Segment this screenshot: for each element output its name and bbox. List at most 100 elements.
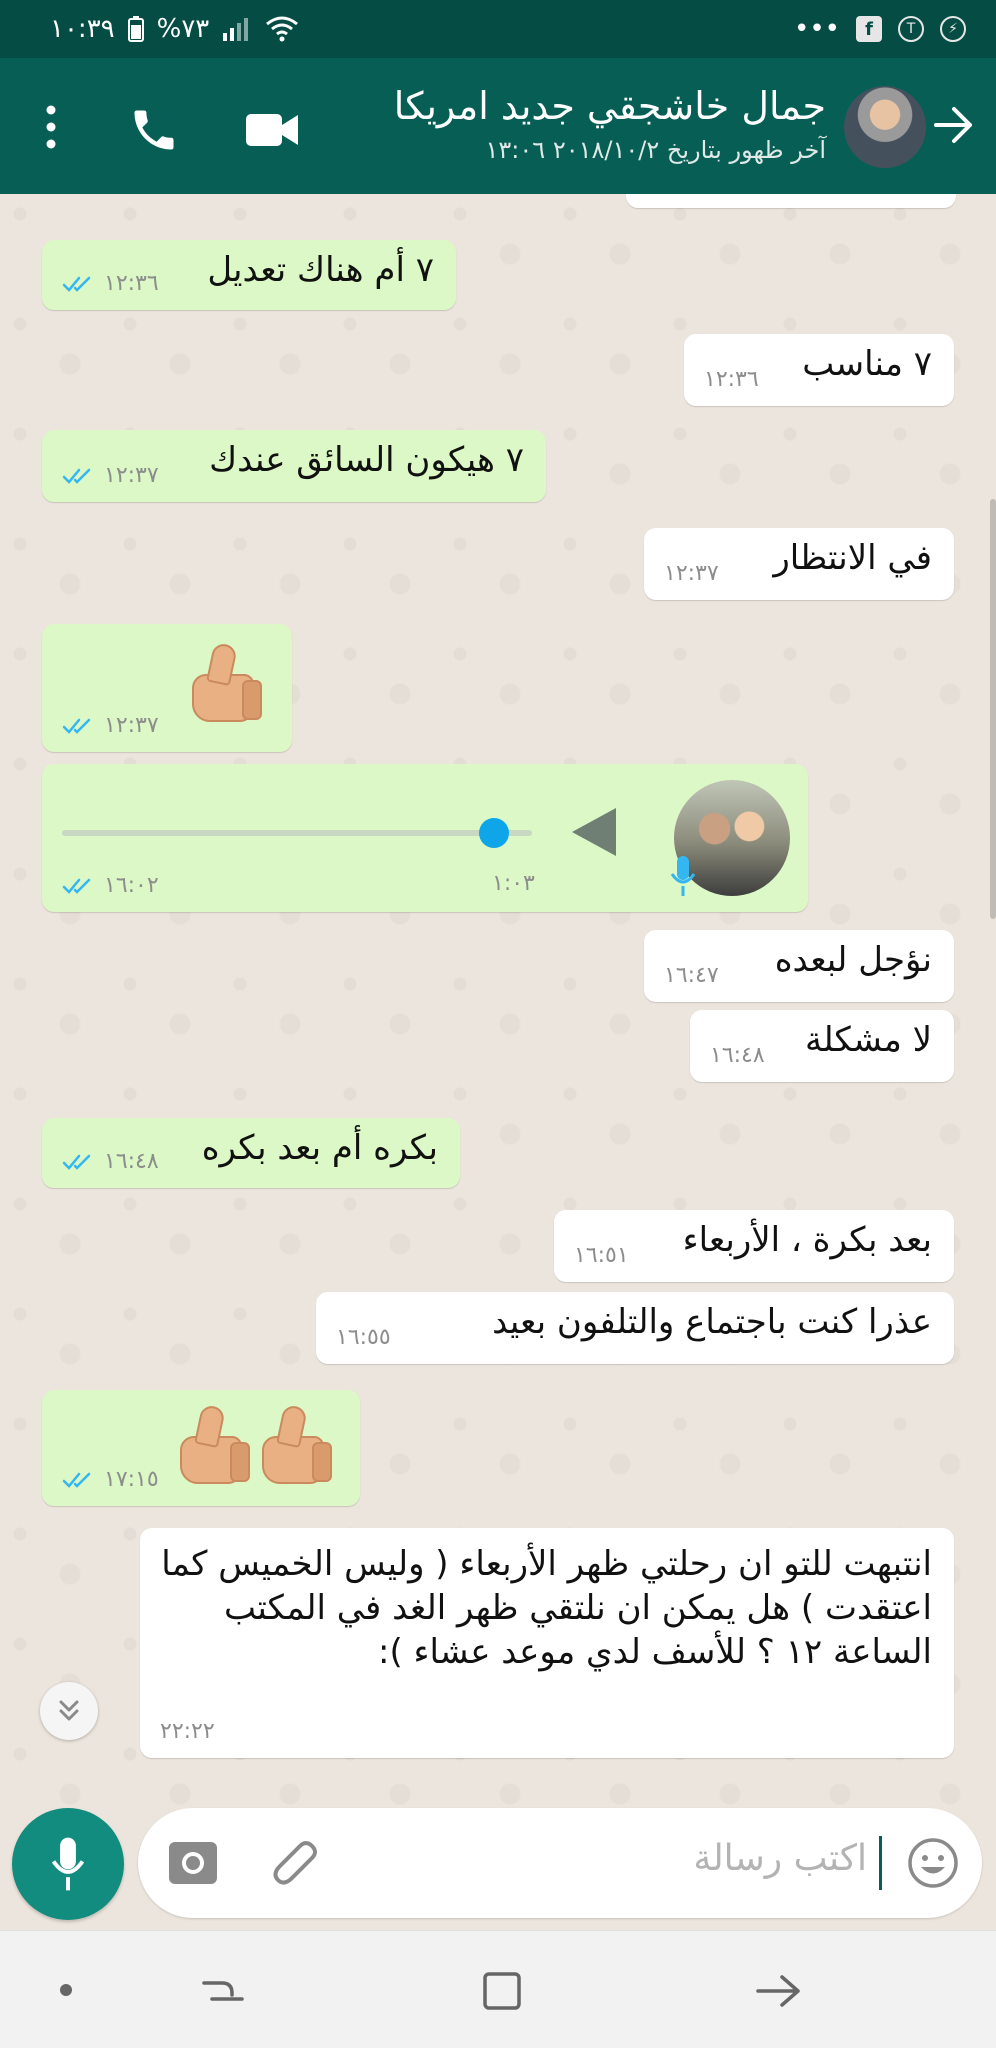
- message-text: ٧ مناسب: [802, 344, 932, 384]
- read-ticks-icon: [62, 468, 91, 484]
- system-nav-bar: [0, 1930, 996, 2048]
- phone-icon[interactable]: [128, 104, 180, 156]
- message-meta: ٢٢:٢٢: [160, 1719, 215, 1744]
- message-bubble[interactable]: ١٢:٣٧: [42, 624, 292, 752]
- message-bubble[interactable]: ٧ هيكون السائق عندك ١٢:٣٧: [42, 430, 546, 502]
- thumbs-up-emoji: [186, 641, 268, 741]
- paperclip-icon[interactable]: [268, 1834, 324, 1890]
- camera-icon[interactable]: [166, 1836, 220, 1890]
- read-ticks-icon: [62, 718, 91, 734]
- message-meta: ١٢:٣٦: [62, 271, 159, 296]
- battery-percent: %٧٣: [156, 14, 210, 44]
- message-input-bar[interactable]: اكتب رسالة: [138, 1808, 982, 1918]
- message-time: ١٦:٤٨: [104, 1149, 159, 1174]
- wifi-icon: [266, 16, 299, 42]
- message-input-placeholder[interactable]: اكتب رسالة: [693, 1838, 867, 1879]
- mic-icon: [670, 856, 696, 896]
- facebook-icon: f: [856, 16, 882, 42]
- message-text: لا مشكلة: [804, 1020, 932, 1060]
- message-time: ١٢:٣٧: [104, 463, 159, 488]
- message-time: ١٢:٣٧: [664, 561, 719, 586]
- message-bubble[interactable]: ٧ مناسب ١٢:٣٦: [684, 334, 954, 406]
- scroll-to-bottom-button[interactable]: [40, 1682, 98, 1740]
- chat-header: جمال خاشجقي جديد امريكا آخر ظهور بتاريخ …: [0, 58, 996, 194]
- message-meta: ١٢:٣٧: [62, 463, 159, 488]
- read-ticks-icon: [62, 878, 91, 894]
- status-left: ١٠:٣٩ %٧٣: [50, 14, 299, 44]
- message-meta: ١٢:٣٦: [704, 367, 759, 392]
- message-meta: ١٦:٤٧: [664, 963, 719, 988]
- message-text: نؤجل لبعده: [774, 940, 932, 980]
- message-time: ١٢:٣٦: [104, 271, 159, 296]
- double-chevron-down-icon: [59, 1700, 79, 1721]
- message-bubble[interactable]: في الانتظار ١٢:٣٧: [644, 528, 954, 600]
- read-ticks-icon: [62, 276, 91, 292]
- message-time: ١٦:٤٧: [664, 963, 719, 988]
- last-seen: آخر ظهور بتاريخ ٢٠١٨/١٠/٢ ١٣:٠٦: [485, 136, 826, 164]
- recents-icon[interactable]: [198, 1971, 248, 2011]
- message-bubble[interactable]: نؤجل لبعده ١٦:٤٧: [644, 930, 954, 1002]
- message-bubble[interactable]: عذرا كنت باجتماع والتلفون بعيد ١٦:٥٥: [316, 1292, 954, 1364]
- message-text: انتبهت للتو ان رحلتي ظهر الأربعاء ( وليس…: [161, 1544, 932, 1672]
- message-bubble[interactable]: بعد بكرة ، الأربعاء ١٦:٥١: [554, 1210, 954, 1282]
- voice-duration: ١:٠٣: [492, 871, 535, 896]
- message-text: ٧ أم هناك تعديل: [207, 250, 434, 290]
- message-time: ١٦:٤٨: [710, 1043, 765, 1068]
- message-meta: ١٢:٣٧: [664, 561, 719, 586]
- contact-info[interactable]: جمال خاشجقي جديد امريكا آخر ظهور بتاريخ …: [266, 80, 826, 168]
- message-bubble[interactable]: ١٧:١٥: [42, 1390, 360, 1506]
- scrollbar[interactable]: [990, 499, 996, 919]
- message-time: ١٢:٣٦: [704, 367, 759, 392]
- status-right: ••• f T ⚡: [794, 14, 966, 44]
- thumbs-up-emoji: [174, 1403, 338, 1503]
- back-arrow-icon[interactable]: [928, 100, 978, 150]
- message-text: في الانتظار: [773, 538, 932, 578]
- more-vert-icon[interactable]: [40, 102, 62, 152]
- voice-progress-track[interactable]: [62, 818, 532, 848]
- mic-icon: [51, 1837, 85, 1891]
- read-ticks-icon: [62, 1154, 91, 1170]
- message-meta: ١٦:٤٨: [62, 1149, 159, 1174]
- message-time: ٢٢:٢٢: [160, 1719, 215, 1744]
- message-meta: ١٦:٤٨: [710, 1043, 765, 1068]
- emoji-icon[interactable]: [906, 1836, 960, 1890]
- message-bubble[interactable]: انتبهت للتو ان رحلتي ظهر الأربعاء ( وليس…: [140, 1528, 954, 1758]
- thumbs-up-icon: [256, 1403, 338, 1490]
- message-bubble[interactable]: بكره أم بعد بكره ١٦:٤٨: [42, 1118, 460, 1188]
- contact-avatar[interactable]: [844, 86, 926, 168]
- messenger-icon: ⚡: [940, 16, 966, 42]
- voice-message[interactable]: ١:٠٣ ١٦:٠٢: [42, 764, 808, 912]
- signal-icon: [223, 18, 249, 41]
- voice-progress-knob[interactable]: [479, 818, 510, 848]
- message-text: بعد بكرة ، الأربعاء: [682, 1220, 932, 1260]
- contact-name: جمال خاشجقي جديد امريكا: [393, 84, 826, 128]
- video-camera-icon[interactable]: [244, 108, 300, 152]
- message-meta: ١٢:٣٧: [62, 713, 159, 738]
- thumbs-up-icon: [174, 1403, 256, 1490]
- notification-dots: •••: [793, 14, 840, 44]
- message-meta: ١٦:٥١: [574, 1243, 629, 1268]
- nav-dot-icon[interactable]: [60, 1984, 72, 1996]
- clock: ١٠:٣٩: [50, 14, 115, 44]
- chat-area[interactable]: ٧ أم هناك تعديل ١٢:٣٦ ٧ مناسب ١٢:٣٦ ٧ هي…: [0, 194, 996, 1810]
- thumbs-up-icon: [186, 641, 268, 728]
- message-time: ١٦:٥١: [574, 1243, 629, 1268]
- message-time: ١٧:١٥: [104, 1467, 159, 1492]
- message-time: ١٦:٠٢: [104, 873, 159, 898]
- text-cursor: [879, 1836, 882, 1890]
- message-time: ١٦:٥٥: [336, 1325, 391, 1350]
- read-ticks-icon: [62, 1472, 91, 1488]
- home-icon[interactable]: [480, 1969, 524, 2013]
- message-bubble[interactable]: ٧ أم هناك تعديل ١٢:٣٦: [42, 240, 456, 310]
- play-icon[interactable]: [568, 804, 618, 860]
- message-meta: ١٧:١٥: [62, 1467, 159, 1492]
- voice-record-button[interactable]: [12, 1808, 124, 1920]
- voice-progress-fill: [62, 830, 495, 836]
- partial-message: [626, 194, 956, 208]
- status-bar: ١٠:٣٩ %٧٣ ••• f T ⚡: [0, 0, 996, 58]
- back-icon[interactable]: [754, 1969, 804, 2013]
- message-text: ٧ هيكون السائق عندك: [209, 440, 524, 480]
- message-text: عذرا كنت باجتماع والتلفون بعيد: [492, 1302, 932, 1342]
- battery-icon: [127, 16, 144, 42]
- message-bubble[interactable]: لا مشكلة ١٦:٤٨: [690, 1010, 954, 1082]
